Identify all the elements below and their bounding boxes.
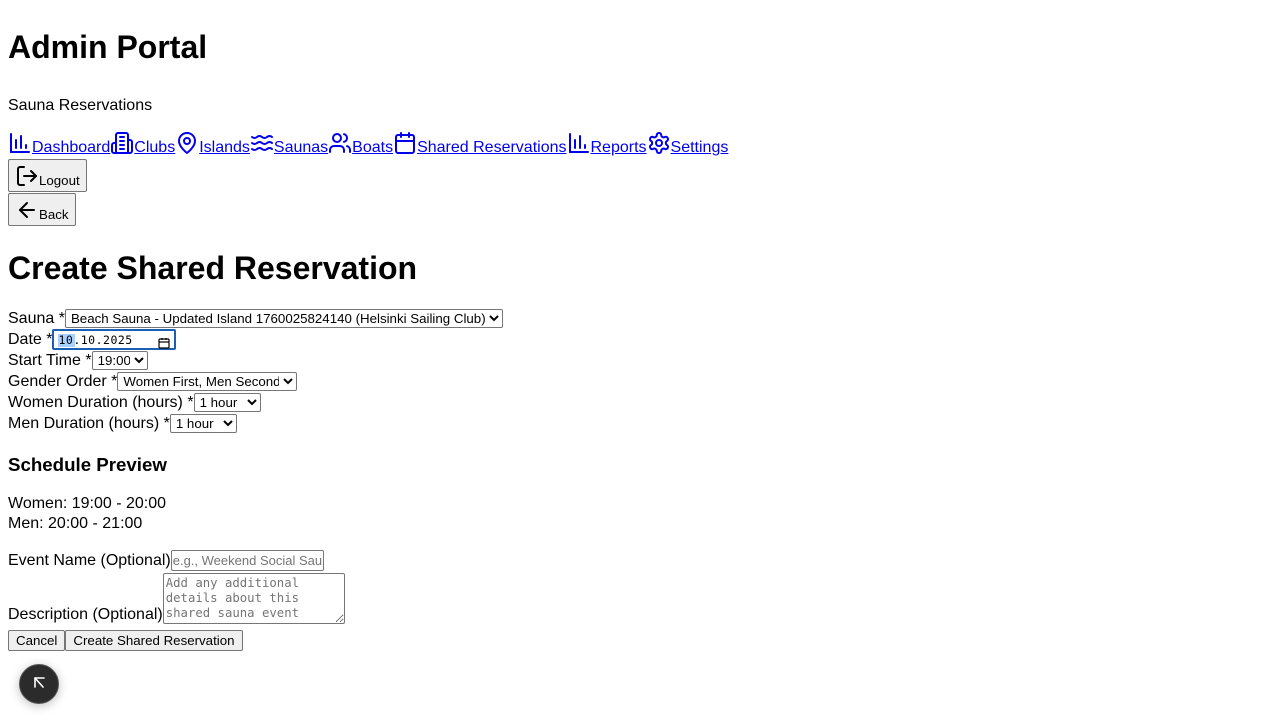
form-actions: Cancel Create Shared Reservation [8,630,1272,651]
schedule-preview-title: Schedule Preview [8,454,167,475]
nav-link-dashboard[interactable]: Dashboard [32,139,110,156]
back-label: Back [39,206,69,222]
gender-order-select[interactable]: Women First, Men Second [117,372,298,392]
waves-icon [250,131,274,155]
start-time-row: Start Time * 19:00 [8,350,1272,371]
back-button[interactable]: Back [8,193,76,226]
date-day: 10 [58,333,74,348]
nav-link-clubs[interactable]: Clubs [134,139,175,156]
sauna-label: Sauna * [8,310,65,327]
nav-link-islands[interactable]: Islands [199,139,250,156]
bar-chart-icon [567,131,591,155]
men-schedule: Men: 20:00 - 21:00 [8,515,143,532]
floating-action-button[interactable] [19,664,59,704]
session-actions: Logout Back [8,159,1272,226]
reservation-form: Sauna * Beach Sauna - Updated Island 1760… [8,308,1272,651]
description-label: Description (Optional) [8,606,163,623]
date-label: Date * [8,331,53,348]
men-duration-label: Men Duration (hours) * [8,415,170,432]
date-value: 10.10.2025 [58,332,132,348]
nav-link-settings[interactable]: Settings [671,139,729,156]
nav-link-reports[interactable]: Reports [591,139,647,156]
description-textarea[interactable] [162,573,345,624]
logout-label: Logout [39,172,80,188]
men-duration-select[interactable]: 1 hour [169,414,237,434]
event-name-label: Event Name (Optional) [8,552,171,569]
gender-order-row: Gender Order * Women First, Men Second [8,371,1272,392]
create-reservation-button[interactable]: Create Shared Reservation [65,630,243,651]
main-nav: Dashboard Clubs Islands Saunas Boats Shared R… [8,131,1272,157]
app-subtitle: Sauna Reservations [8,97,153,114]
date-input[interactable]: 10.10.2025 [52,329,177,351]
calendar-picker-icon[interactable] [158,334,171,349]
app-title: Admin Portal [8,29,208,65]
arrow-left-icon [15,198,39,222]
women-duration-row: Women Duration (hours) * 1 hour [8,392,1272,413]
gear-icon [647,131,671,155]
logout-icon [15,164,39,188]
logout-button[interactable]: Logout [8,159,87,192]
start-time-select[interactable]: 19:00 [91,351,148,371]
event-name-input[interactable] [170,550,324,572]
description-row: Description (Optional) [8,573,1272,624]
cancel-button[interactable]: Cancel [8,630,66,651]
start-time-label: Start Time * [8,352,92,369]
women-duration-label: Women Duration (hours) * [8,394,194,411]
users-icon [328,131,352,155]
men-duration-row: Men Duration (hours) * 1 hour [8,413,1272,434]
building-icon [110,131,134,155]
event-name-row: Event Name (Optional) [8,550,1272,572]
women-duration-select[interactable]: 1 hour [193,393,261,413]
sauna-select[interactable]: Beach Sauna - Updated Island 17600258241… [64,309,503,329]
map-pin-icon [175,131,199,155]
bar-chart-icon [8,131,32,155]
nav-link-shared-reservations[interactable]: Shared Reservations [417,139,566,156]
nav-link-boats[interactable]: Boats [352,139,393,156]
date-row: Date * 10.10.2025 [8,329,1272,351]
sauna-row: Sauna * Beach Sauna - Updated Island 1760… [8,308,1272,329]
page-title: Create Shared Reservation [8,250,418,286]
gender-order-label: Gender Order * [8,373,118,390]
schedule-preview-lines: Women: 19:00 - 20:00 Men: 20:00 - 21:00 [8,494,1272,534]
page-container: Admin Portal Sauna Reservations Dashboar… [0,0,1280,659]
schedule-preview: Schedule Preview Women: 19:00 - 20:00 Me… [8,454,1272,534]
nav-link-saunas[interactable]: Saunas [274,139,328,156]
cursor-arrow-icon [31,674,47,695]
calendar-icon [393,131,417,155]
date-rest: .10.2025 [73,333,133,348]
women-schedule: Women: 19:00 - 20:00 [8,495,167,512]
